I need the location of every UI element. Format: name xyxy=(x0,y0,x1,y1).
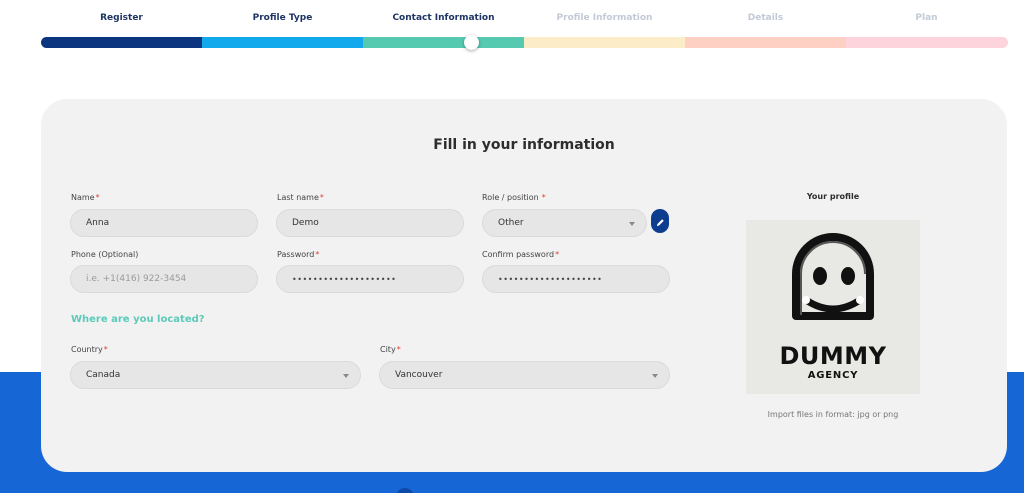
edit-role-button[interactable] xyxy=(651,209,669,233)
progress-segment-plan xyxy=(846,37,1008,48)
country-value: Canada xyxy=(86,370,121,380)
logo-text: DUMMY xyxy=(779,342,887,370)
last-name-input[interactable]: Demo xyxy=(276,209,464,237)
phone-label: Phone (Optional) xyxy=(71,250,139,259)
profile-title: Your profile xyxy=(806,192,860,201)
progress-segment-profile-type xyxy=(202,37,363,48)
last-name-value: Demo xyxy=(292,218,319,228)
chevron-down-icon xyxy=(629,222,635,226)
password-input[interactable]: •••••••••••••••••••• xyxy=(276,265,464,293)
city-label: City* xyxy=(380,345,401,354)
smiley-logo-icon xyxy=(792,233,874,320)
password-label: Password* xyxy=(277,250,320,259)
country-label: Country* xyxy=(71,345,108,354)
role-value: Other xyxy=(498,218,524,228)
chevron-down-icon xyxy=(652,374,658,378)
logo-subtext: AGENCY xyxy=(807,370,859,381)
import-hint: Import files in format: jpg or png xyxy=(767,410,899,419)
step-label-details: Details xyxy=(747,13,784,23)
pencil-icon xyxy=(656,212,665,231)
progress-stepper: Register Profile Type Contact Informatio… xyxy=(41,0,1008,52)
progress-segment-contact-information xyxy=(363,37,524,48)
city-select[interactable]: Vancouver xyxy=(379,361,670,389)
progress-knob[interactable] xyxy=(463,35,479,50)
name-input[interactable]: Anna xyxy=(70,209,258,237)
role-label: Role / position * xyxy=(482,193,546,202)
step-label-plan: Plan xyxy=(915,13,938,23)
phone-placeholder: i.e. +1(416) 922-3454 xyxy=(86,274,187,284)
confirm-password-label: Confirm password* xyxy=(482,250,560,259)
role-select[interactable]: Other xyxy=(482,209,647,237)
profile-image-upload[interactable]: DUMMY AGENCY xyxy=(746,220,920,394)
password-value: •••••••••••••••••••• xyxy=(292,274,397,284)
information-card: Fill in your information Name* Anna Last… xyxy=(41,99,1007,472)
location-heading: Where are you located? xyxy=(71,314,205,325)
page-title: Fill in your information xyxy=(433,137,615,153)
name-value: Anna xyxy=(86,218,110,228)
progress-segment-register xyxy=(41,37,202,48)
country-select[interactable]: Canada xyxy=(70,361,361,389)
confirm-password-input[interactable]: •••••••••••••••••••• xyxy=(482,265,670,293)
progress-segment-profile-information xyxy=(524,37,685,48)
name-label: Name* xyxy=(71,193,100,202)
last-name-label: Last name* xyxy=(277,193,324,202)
step-label-profile-information: Profile Information xyxy=(556,13,653,23)
chevron-down-icon xyxy=(343,374,349,378)
confirm-password-value: •••••••••••••••••••• xyxy=(498,274,603,284)
step-label-register[interactable]: Register xyxy=(41,13,202,23)
progress-segment-details xyxy=(685,37,846,48)
phone-input[interactable]: i.e. +1(416) 922-3454 xyxy=(70,265,258,293)
step-label-contact-information[interactable]: Contact Information xyxy=(363,13,524,23)
step-label-profile-type[interactable]: Profile Type xyxy=(202,13,363,23)
city-value: Vancouver xyxy=(395,370,443,380)
